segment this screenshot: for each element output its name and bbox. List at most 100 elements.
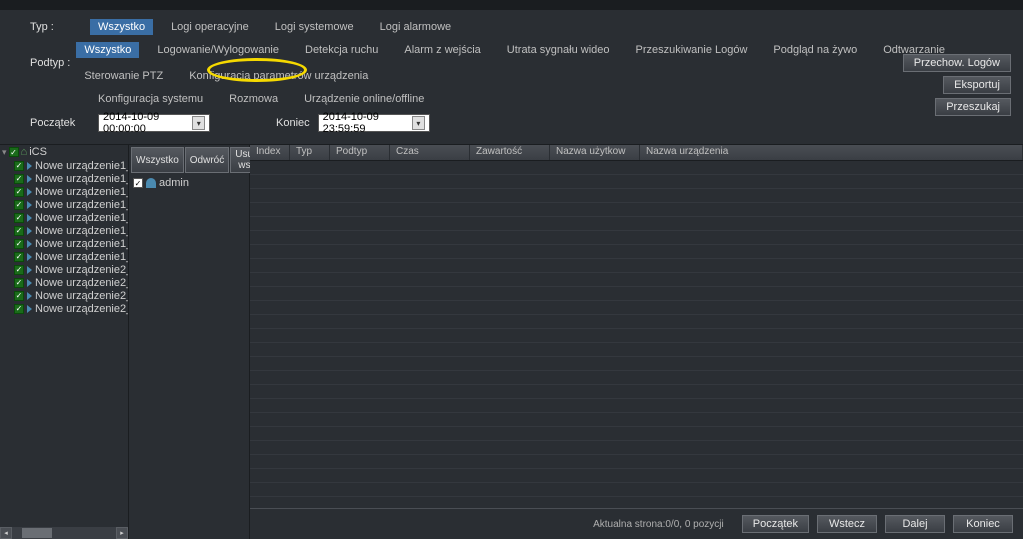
camera-icon [27,175,32,183]
tree-item[interactable]: ✓ Nowe urządzenie2_CAMER [0,276,128,289]
tree-item-checkbox[interactable]: ✓ [14,239,24,249]
scroll-left-icon[interactable]: ◂ [0,527,12,539]
tree-item-checkbox[interactable]: ✓ [14,226,24,236]
grid-row-empty [250,385,1023,399]
tree-item[interactable]: ✓Nowe urządzenie1_DEVICE [0,198,128,211]
tree-item[interactable]: ✓Nowe urządzenie2_CAMER [0,289,128,302]
grid-body [250,161,1023,508]
subtype-pills-row2: Konfiguracja systemu Rozmowa Urządzenie … [90,91,432,107]
tree-item-checkbox[interactable]: ✓ [14,265,24,275]
subtype-pill-device-config[interactable]: Konfiguracja parametrów urządzenia [181,68,376,84]
tree-item-label: Nowe urządzenie2_CAMER [35,264,128,276]
subtype-pill-ptz[interactable]: Sterowanie PTZ [76,68,171,84]
tree-item[interactable]: ✓ Nowe urządzenie1_DEVICE [0,185,128,198]
prev-page-button[interactable]: Wstecz [817,515,877,533]
tree-item-checkbox[interactable]: ✓ [14,174,24,184]
col-time[interactable]: Czas [390,145,470,160]
col-content[interactable]: Zawartość [470,145,550,160]
camera-icon [27,266,32,274]
subtype-pill-online-offline[interactable]: Urządzenie online/offline [296,91,432,107]
camera-icon [27,162,32,170]
grid-row-empty [250,259,1023,273]
subtype-pill-talk[interactable]: Rozmowa [221,91,286,107]
col-subtype[interactable]: Podtyp [330,145,390,160]
calendar-icon[interactable]: ▾ [412,116,425,130]
tree-item[interactable]: ✓Nowe urządzenie1_DEVICE [0,211,128,224]
camera-icon [27,240,32,248]
tree-root[interactable]: ▾ ✓ ⌂ iCS [0,145,128,159]
type-pill-operational[interactable]: Logi operacyjne [163,19,257,35]
user-row[interactable]: ✓ admin [129,175,249,191]
collapse-icon[interactable]: ▾ [2,147,7,158]
tree-item-label: Nowe urządzenie2_CAMER [35,303,128,315]
end-date-input[interactable]: 2014-10-09 23:59:59 ▾ [318,114,430,132]
tree-item[interactable]: ✓ Nowe urządzenie1_DEVICE [0,159,128,172]
user-filter-panel: Wszystko Odwróć Usuń wsz ✓ admin [128,145,250,539]
calendar-icon[interactable]: ▾ [192,116,205,130]
grid-row-empty [250,231,1023,245]
tree-item-label: Nowe urządzenie1_DEVICE [35,251,128,263]
col-device[interactable]: Nazwa urządzenia [640,145,1023,160]
tree-item-checkbox[interactable]: ✓ [14,187,24,197]
subtype-pill-sys-config[interactable]: Konfiguracja systemu [90,91,211,107]
grid-row-empty [250,161,1023,175]
export-button[interactable]: Eksportuj [943,76,1011,94]
start-date-value: 2014-10-09 00:00:00 [103,111,192,135]
tree-item-label: Nowe urządzenie1_DEVICE [35,238,128,250]
tree-item-label: Nowe urządzenie1_DEVICE [35,225,128,237]
type-pill-alarm[interactable]: Logi alarmowe [372,19,460,35]
device-tree-panel: ▾ ✓ ⌂ iCS ✓ Nowe urządzenie1_DEVICE ✓ Nowe … [0,145,128,539]
col-index[interactable]: Index [250,145,290,160]
user-checkbox[interactable]: ✓ [133,178,143,188]
subtype-pill-live[interactable]: Podgląd na żywo [765,42,865,58]
subtype-pill-alarm-in[interactable]: Alarm z wejścia [396,42,488,58]
tree-item[interactable]: ✓ Nowe urządzenie2_CAMER [0,263,128,276]
select-all-button[interactable]: Wszystko [131,147,184,173]
tree-item-label: Nowe urządzenie1_DEVICE [35,160,128,172]
tree-item-checkbox[interactable]: ✓ [14,161,24,171]
subtype-pill-video-loss[interactable]: Utrata sygnału wideo [499,42,618,58]
user-icon [146,178,156,188]
tree-item-checkbox[interactable]: ✓ [14,278,24,288]
last-page-button[interactable]: Koniec [953,515,1013,533]
filter-panel: Typ : Wszystko Logi operacyjne Logi syst… [0,10,1023,144]
type-pill-system[interactable]: Logi systemowe [267,19,362,35]
col-user[interactable]: Nazwa użytkow [550,145,640,160]
subtype-pill-log-search[interactable]: Przeszukiwanie Logów [628,42,756,58]
search-button[interactable]: Przeszukaj [935,98,1011,116]
type-pill-all[interactable]: Wszystko [90,19,153,35]
scroll-thumb[interactable] [22,528,52,538]
grid-row-empty [250,441,1023,455]
col-type[interactable]: Typ [290,145,330,160]
tree-item[interactable]: ✓ Nowe urządzenie1_DEVICE [0,237,128,250]
tree-item-checkbox[interactable]: ✓ [14,200,24,210]
grid-header: Index Typ Podtyp Czas Zawartość Nazwa uż… [250,145,1023,161]
tree-item[interactable]: ✓Nowe urządzenie1_DEVICE [0,172,128,185]
tree-item-checkbox[interactable]: ✓ [14,304,24,314]
tree-item-checkbox[interactable]: ✓ [14,213,24,223]
tree-item-checkbox[interactable]: ✓ [14,291,24,301]
grid-row-empty [250,273,1023,287]
tree-item-checkbox[interactable]: ✓ [14,252,24,262]
grid-row-empty [250,399,1023,413]
tree-horizontal-scrollbar[interactable]: ◂ ▸ [0,527,128,539]
subtype-pill-all[interactable]: Wszystko [76,42,139,58]
tree-item-label: Nowe urządzenie2_CAMER [35,277,128,289]
tree-item[interactable]: ✓ Nowe urządzenie2_CAMER [0,302,128,315]
grid-row-empty [250,315,1023,329]
scroll-right-icon[interactable]: ▸ [116,527,128,539]
save-logs-button[interactable]: Przechow. Logów [903,54,1011,72]
tree-item[interactable]: ✓ Nowe urządzenie1_DEVICE [0,250,128,263]
tree-item-label: Nowe urządzenie1_DEVICE [35,186,128,198]
tree-item[interactable]: ✓ Nowe urządzenie1_DEVICE [0,224,128,237]
subtype-pill-login[interactable]: Logowanie/Wylogowanie [149,42,287,58]
first-page-button[interactable]: Początek [742,515,809,533]
grid-row-empty [250,245,1023,259]
invert-button[interactable]: Odwróć [185,147,229,173]
tree-root-checkbox[interactable]: ✓ [9,147,19,157]
grid-row-empty [250,329,1023,343]
start-date-input[interactable]: 2014-10-09 00:00:00 ▾ [98,114,210,132]
grid-row-empty [250,175,1023,189]
subtype-pill-motion[interactable]: Detekcja ruchu [297,42,386,58]
next-page-button[interactable]: Dalej [885,515,945,533]
